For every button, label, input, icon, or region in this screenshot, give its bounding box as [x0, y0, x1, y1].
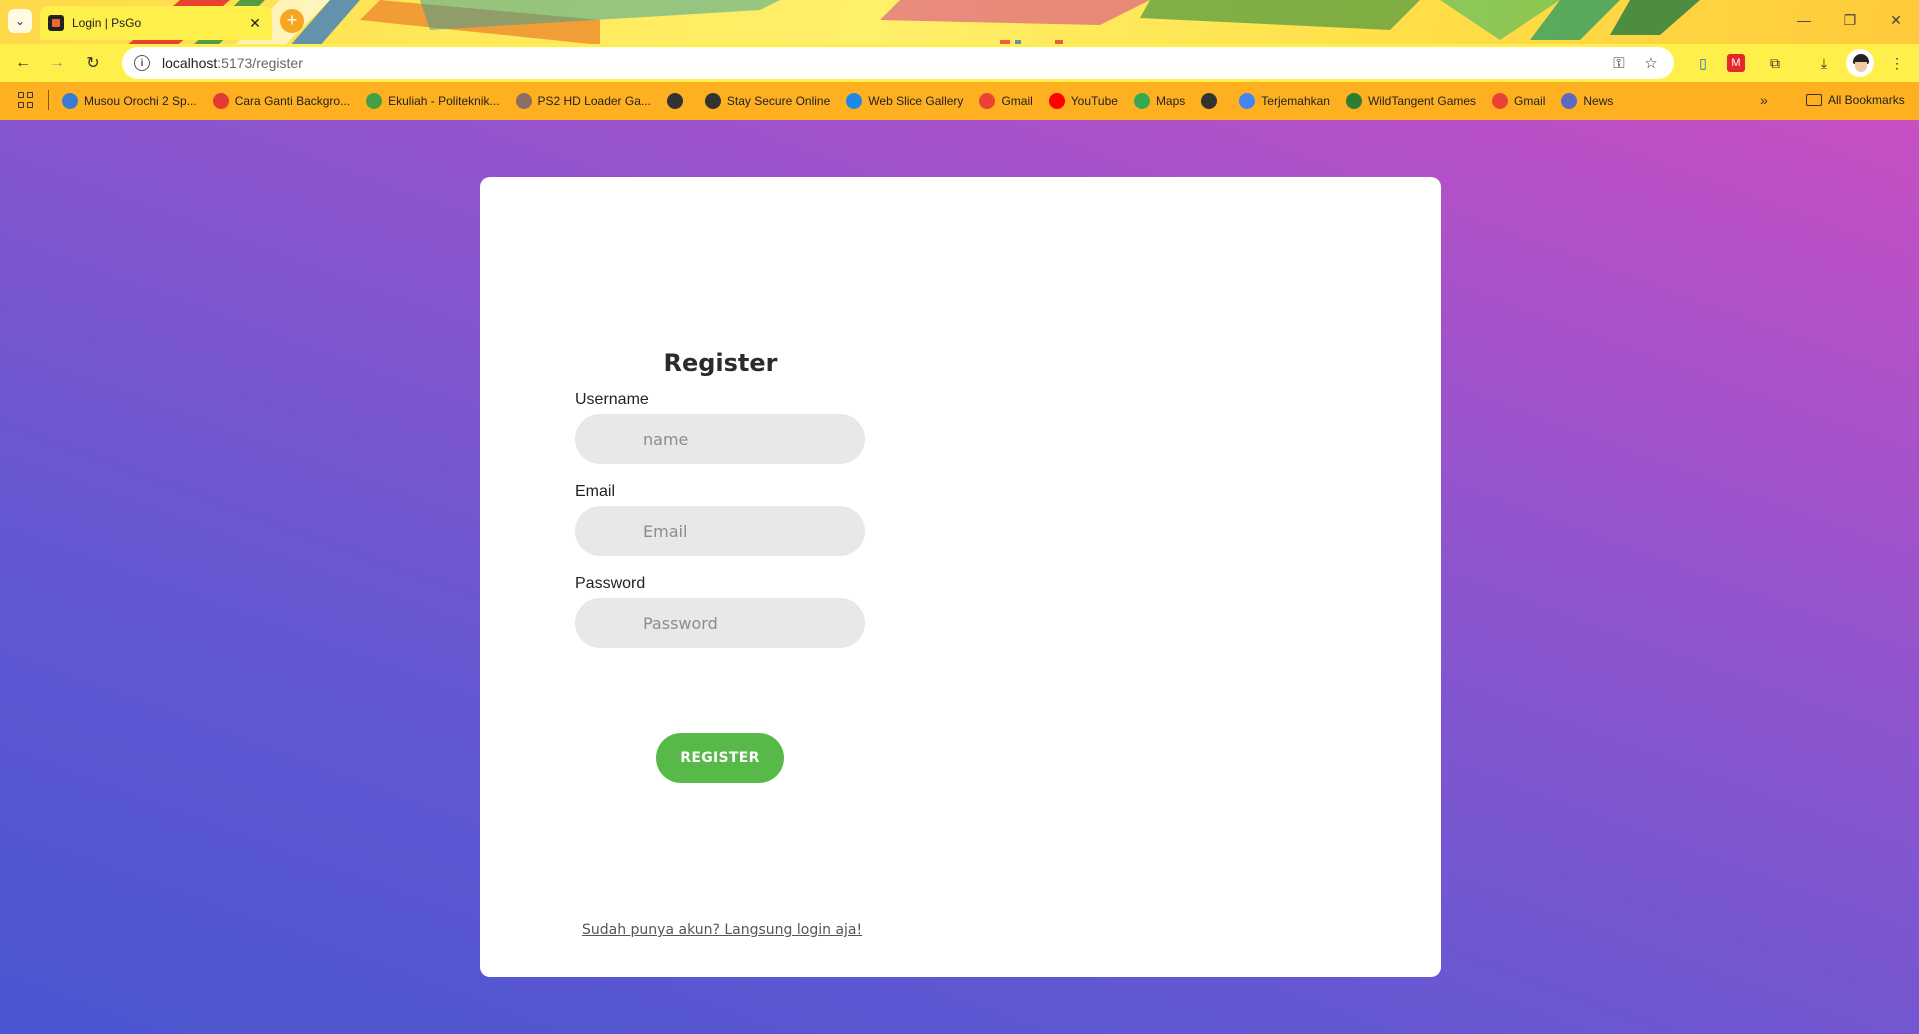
- bookmark-item[interactable]: Gmail: [979, 93, 1033, 109]
- register-button[interactable]: REGISTER: [656, 733, 784, 783]
- bookmark-favicon-icon: [704, 93, 721, 109]
- bookmark-favicon-icon: [1133, 93, 1150, 109]
- close-window-button[interactable]: ✕: [1873, 0, 1919, 40]
- bookmark-favicon-icon: [1561, 93, 1578, 109]
- tab-favicon-icon: [48, 15, 64, 31]
- login-link[interactable]: Sudah punya akun? Langsung login aja!: [582, 922, 862, 938]
- bookmarks-bar: Musou Orochi 2 Sp... Cara Ganti Backgro..…: [0, 82, 1919, 120]
- bookmark-label: Musou Orochi 2 Sp...: [84, 94, 197, 108]
- back-button[interactable]: ←: [10, 50, 36, 76]
- bookmark-favicon-icon: [1492, 93, 1509, 109]
- bookmark-item[interactable]: Terjemahkan: [1239, 93, 1330, 109]
- bookmark-item[interactable]: WildTangent Games: [1345, 93, 1477, 109]
- reload-icon: ↻: [86, 55, 100, 72]
- arrow-right-icon: →: [49, 54, 65, 71]
- star-icon[interactable]: ☆: [1640, 54, 1662, 72]
- bookmark-item[interactable]: [666, 93, 689, 109]
- browser-chrome: ⌄ Login | PsGo ✕ + — ❐ ✕ ← → ↻ i localho…: [0, 0, 1919, 120]
- bookmark-label: News: [1583, 94, 1614, 108]
- bookmark-item[interactable]: Web Slice Gallery: [846, 93, 963, 109]
- url-path: :5173/register: [217, 55, 303, 71]
- bookmark-favicon-icon: [846, 93, 863, 109]
- bookmark-item[interactable]: [1201, 93, 1223, 109]
- tab-title: Login | PsGo: [72, 16, 142, 30]
- bookmark-label: Gmail: [1514, 94, 1546, 108]
- tab-close-icon[interactable]: ✕: [246, 15, 264, 32]
- password-input[interactable]: [575, 598, 865, 648]
- reload-button[interactable]: ↻: [80, 50, 106, 76]
- page-title: Register: [663, 349, 778, 377]
- bookmark-label: Stay Secure Online: [726, 94, 831, 108]
- username-label: Username: [575, 391, 649, 408]
- bookmark-label: Ekuliah - Politeknik...: [388, 94, 500, 108]
- address-bar[interactable]: i localhost:5173/register ⚿ ☆: [122, 47, 1674, 79]
- profile-avatar[interactable]: [1846, 49, 1874, 77]
- password-label: Password: [575, 575, 646, 592]
- key-icon[interactable]: ⚿: [1608, 55, 1630, 72]
- bookmark-favicon-icon: [1239, 93, 1256, 109]
- bookmark-favicon-icon: [212, 93, 229, 109]
- bookmarks-overflow-icon[interactable]: »: [1760, 92, 1768, 108]
- download-icon[interactable]: ⤓: [1813, 52, 1835, 74]
- bookmark-item[interactable]: Gmail: [1492, 93, 1545, 109]
- bookmark-label: Cara Ganti Backgro...: [234, 94, 351, 108]
- bookmark-favicon-icon: [1345, 93, 1362, 109]
- bookmark-favicon-icon: [666, 93, 683, 109]
- bookmark-item[interactable]: YouTube: [1048, 93, 1118, 109]
- bookmark-item[interactable]: Stay Secure Online: [704, 93, 831, 109]
- bookmark-item[interactable]: Maps: [1133, 93, 1186, 109]
- extension-red-icon[interactable]: M: [1727, 54, 1745, 72]
- bookmark-item[interactable]: Ekuliah - Politeknik...: [366, 93, 500, 109]
- bookmark-favicon-icon: [1048, 93, 1065, 109]
- forward-button[interactable]: →: [44, 50, 70, 76]
- tab-strip: ⌄ Login | PsGo ✕ + — ❐ ✕: [0, 0, 1919, 44]
- bookmark-item[interactable]: Cara Ganti Backgro...: [212, 93, 351, 109]
- extension-doc-icon[interactable]: ▯: [1692, 52, 1714, 74]
- register-card: Register Username Email Password REGISTE…: [480, 177, 1441, 977]
- bookmark-label: Gmail: [1001, 94, 1033, 108]
- all-bookmarks-button[interactable]: All Bookmarks: [1806, 93, 1905, 107]
- bookmark-favicon-icon: [979, 93, 996, 109]
- username-input[interactable]: [575, 414, 865, 464]
- all-bookmarks-label: All Bookmarks: [1828, 93, 1905, 107]
- menu-kebab-icon[interactable]: ⋮: [1886, 52, 1908, 74]
- site-info-icon[interactable]: i: [134, 55, 150, 71]
- bookmark-favicon-icon: [515, 93, 532, 109]
- address-url[interactable]: localhost:5173/register: [162, 55, 1598, 71]
- browser-toolbar: ← → ↻ i localhost:5173/register ⚿ ☆ ▯ M …: [0, 44, 1919, 82]
- page-background: Register Username Email Password REGISTE…: [0, 120, 1919, 1034]
- url-host: localhost: [162, 55, 218, 71]
- bookmark-item[interactable]: Musou Orochi 2 Sp...: [62, 93, 197, 109]
- bookmark-item[interactable]: PS2 HD Loader Ga...: [515, 93, 651, 109]
- folder-icon: [1806, 94, 1822, 106]
- bookmark-label: Maps: [1155, 94, 1186, 108]
- chevron-down-icon: ⌄: [14, 14, 26, 28]
- minimize-button[interactable]: —: [1781, 0, 1827, 40]
- email-input[interactable]: [575, 506, 865, 556]
- bookmark-label: PS2 HD Loader Ga...: [537, 94, 651, 108]
- tab-search-button[interactable]: ⌄: [8, 9, 32, 33]
- email-label: Email: [575, 483, 616, 500]
- extensions-puzzle-icon[interactable]: ⧉: [1764, 52, 1786, 74]
- bookmark-label: YouTube: [1070, 94, 1118, 108]
- apps-grid-icon[interactable]: [18, 92, 34, 108]
- bookmark-favicon-icon: [62, 93, 78, 109]
- bookmarks-divider: [48, 90, 49, 110]
- arrow-left-icon: ←: [15, 54, 31, 71]
- bookmark-favicon-icon: [1201, 93, 1218, 109]
- bookmark-label: WildTangent Games: [1367, 94, 1477, 108]
- new-tab-button[interactable]: +: [280, 9, 304, 33]
- bookmark-label: Web Slice Gallery: [868, 94, 964, 108]
- bookmark-favicon-icon: [366, 93, 383, 109]
- restore-button[interactable]: ❐: [1827, 0, 1873, 40]
- tab-active[interactable]: Login | PsGo ✕: [40, 6, 272, 40]
- bookmark-label: Terjemahkan: [1261, 94, 1330, 108]
- bookmark-item[interactable]: News: [1561, 93, 1613, 109]
- bookmark-list: Musou Orochi 2 Sp... Cara Ganti Backgro..…: [62, 82, 1629, 120]
